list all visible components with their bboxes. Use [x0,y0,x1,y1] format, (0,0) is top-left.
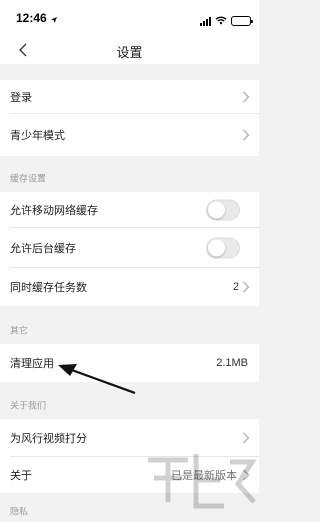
toggle-knob [208,201,225,219]
battery-icon [231,16,253,26]
youth-mode-row[interactable]: 青少年模式 [0,114,259,156]
youth-mode-label: 青少年模式 [10,130,65,142]
mobile-cache-toggle[interactable] [206,199,240,221]
status-bar: 12:46 [0,0,259,36]
signal-icon [200,16,211,26]
other-section-header: 其它 [0,316,259,344]
concurrent-tasks-label: 同时缓存任务数 [10,282,87,294]
background-cache-label: 允许后台缓存 [10,243,76,255]
mobile-cache-row: 允许移动网络缓存 [0,192,259,228]
chevron-right-icon [242,91,250,103]
concurrent-tasks-row[interactable]: 同时缓存任务数 2 [0,268,259,306]
wifi-icon [215,12,227,30]
nav-bar: 设置 [0,36,259,64]
about-label: 关于 [10,470,32,482]
concurrent-tasks-value: 2 [232,281,239,293]
other-section-title: 其它 [10,325,29,336]
status-icons [200,12,253,30]
mobile-cache-label: 允许移动网络缓存 [10,205,98,217]
clean-app-size: 2.1MB [216,357,248,369]
cache-section-header: 缓存设置 [0,164,259,192]
about-section-title: 关于我们 [10,400,47,411]
privacy-section-title: 隐私 [10,506,29,517]
login-label: 登录 [10,92,32,104]
watermark-logo-icon [148,454,257,509]
page-title: 设置 [116,45,143,60]
clean-app-label: 清理应用 [10,358,54,370]
background-cache-row: 允许后台缓存 [0,228,259,268]
location-arrow-icon [50,11,58,29]
status-time: 12:46 [16,11,47,25]
rate-app-label: 为风行视频打分 [10,433,87,445]
background-cache-toggle[interactable] [206,237,240,259]
annotation-arrow-icon [58,364,136,395]
chevron-right-icon [242,129,250,141]
cache-section-title: 缓存设置 [10,173,47,184]
chevron-right-icon [242,281,250,293]
login-row[interactable]: 登录 [0,80,259,114]
toggle-knob [208,239,225,257]
